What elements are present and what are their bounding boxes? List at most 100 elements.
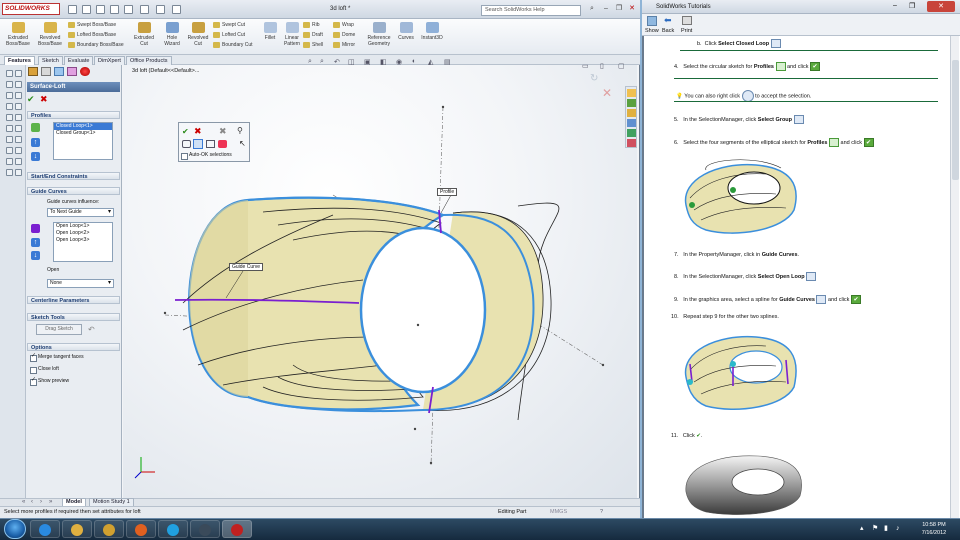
profiles-header[interactable]: Profiles — [27, 111, 120, 119]
ribbon-button-extrude-cut[interactable]: Extruded Cut — [130, 22, 158, 47]
taskbar-app-ie[interactable] — [30, 520, 60, 538]
trim-icon[interactable] — [6, 114, 13, 121]
centerline-header[interactable]: Centerline Parameters — [27, 296, 120, 304]
status-units[interactable]: MMGS — [550, 507, 567, 518]
undo-sketch-icon[interactable]: ↶ — [88, 325, 95, 334]
move-up-icon[interactable]: ↑ — [31, 238, 40, 247]
show-icon[interactable] — [647, 16, 657, 26]
drag-sketch-button[interactable]: Drag Sketch — [36, 324, 82, 335]
ribbon-button-extrude-boss[interactable]: Extruded Boss/Base — [3, 22, 33, 47]
point-icon[interactable] — [6, 103, 13, 110]
taskbar-app-skype[interactable] — [158, 520, 188, 538]
circular-profile[interactable] — [359, 226, 487, 394]
start-end-header[interactable]: Start/End Constraints — [27, 172, 120, 180]
show-button[interactable]: Show — [645, 28, 659, 34]
help-search-input[interactable]: Search SolidWorks Help — [481, 5, 581, 16]
taskbar-app-steam[interactable] — [190, 520, 220, 538]
print-button[interactable]: Print — [681, 28, 692, 34]
list-item[interactable]: Closed Loop<1> — [54, 123, 112, 130]
tutorial-scrollbar[interactable] — [950, 36, 959, 518]
bottom-tab[interactable]: Motion Study 1 — [89, 498, 134, 506]
search-icon[interactable]: ⌕ — [586, 4, 598, 14]
tab-sketch[interactable]: Sketch — [38, 56, 63, 65]
circle-icon[interactable] — [6, 81, 13, 88]
network-icon[interactable]: ▮ — [884, 524, 888, 534]
ribbon-small-button[interactable]: Boundary Cut — [213, 42, 253, 48]
next-tab-icon[interactable]: › — [40, 498, 42, 506]
ribbon-small-button[interactable]: Swept Boss/Base — [68, 22, 116, 28]
dimension-icon[interactable] — [15, 125, 22, 132]
ribbon-button-fillet[interactable]: Fillet — [262, 22, 278, 41]
spline-icon[interactable] — [6, 92, 13, 99]
ribbon-small-button[interactable]: Shell — [303, 42, 323, 48]
list-item[interactable]: Open Loop<1> — [54, 223, 112, 230]
profile-callout[interactable]: Profile — [437, 188, 458, 196]
ribbon-small-button[interactable]: Lofted Boss/Base — [68, 32, 116, 38]
ribbon-small-button[interactable]: Draft — [303, 32, 323, 38]
ribbon-button-hole-wizard[interactable]: Hole Wizard — [160, 22, 184, 47]
merge-tangent-checkbox[interactable]: Merge tangent faces — [30, 353, 84, 362]
close-button[interactable]: ✕ — [626, 4, 638, 14]
ribbon-small-button[interactable]: Rib — [303, 22, 320, 28]
restore-button[interactable]: ❐ — [613, 4, 625, 14]
ribbon-small-button[interactable]: Dome — [333, 32, 355, 38]
tray-arrow-icon[interactable]: ▴ — [860, 524, 864, 534]
undo-icon[interactable] — [124, 5, 133, 14]
ribbon-button-revolve-boss[interactable]: Revolved Boss/Base — [35, 22, 65, 47]
tab-evaluate[interactable]: Evaluate — [64, 56, 94, 65]
back-arrow-icon[interactable]: ⬅ — [664, 15, 672, 26]
rectangle-icon[interactable] — [15, 70, 22, 77]
tab-features[interactable]: Features — [4, 56, 35, 65]
scroll-thumb[interactable] — [952, 60, 959, 180]
relation-icon[interactable] — [6, 136, 13, 143]
tab-officeproducts[interactable]: Office Products — [126, 56, 172, 65]
sm-cancel-icon[interactable]: ✖ — [194, 126, 202, 137]
list-item[interactable]: Closed Group<1> — [54, 130, 112, 137]
centerline-icon[interactable] — [15, 103, 22, 110]
clock[interactable]: 10:58 PM 7/16/2012 — [912, 521, 956, 537]
select-closed-loop-icon[interactable] — [182, 140, 191, 148]
sm-clear-icon[interactable]: ✖ — [219, 126, 227, 137]
solidworks-logo[interactable]: SOLIDWORKS — [2, 3, 60, 15]
edit-appearance-icon[interactable]: ◐ — [412, 58, 416, 65]
tutorial-restore-button[interactable]: ❐ — [909, 2, 915, 10]
move-down-icon[interactable]: ↓ — [31, 152, 40, 161]
taskbar-app-firefox[interactable] — [126, 520, 156, 538]
feature-tree-icon[interactable] — [28, 67, 38, 76]
tab-dimxpert[interactable]: DimXpert — [94, 56, 125, 65]
tutorial-close-button[interactable]: ✕ — [927, 1, 955, 12]
ok-check-icon[interactable]: ✔ — [27, 95, 35, 104]
ribbon-button-instant3d[interactable]: Instant3D — [418, 22, 446, 41]
property-manager-icon[interactable] — [41, 67, 51, 76]
bottom-tab[interactable]: Model — [62, 498, 86, 506]
ribbon-button-curves[interactable]: Curves — [397, 22, 415, 41]
arc-icon[interactable] — [15, 81, 22, 88]
ribbon-small-button[interactable]: Wrap — [333, 22, 354, 28]
start-button[interactable] — [4, 519, 26, 539]
last-tab-icon[interactable]: » — [49, 498, 52, 506]
print-icon[interactable] — [110, 5, 119, 14]
show-preview-checkbox[interactable]: Show preview — [30, 377, 69, 386]
polygon-icon[interactable] — [15, 92, 22, 99]
first-tab-icon[interactable]: « — [22, 498, 25, 506]
volume-icon[interactable]: ♪ — [896, 524, 900, 534]
tutorial-minimize-button[interactable]: – — [893, 2, 897, 9]
print-icon[interactable] — [682, 16, 692, 25]
guide-curves-listbox[interactable]: Open Loop<1> Open Loop<2> Open Loop<3> — [53, 222, 113, 262]
ribbon-button-revolve-cut[interactable]: Revolved Cut — [185, 22, 211, 47]
line-icon[interactable] — [6, 70, 13, 77]
taskbar-app-media-player[interactable] — [94, 520, 124, 538]
ribbon-button-reference-geometry[interactable]: Reference Geometry — [364, 22, 394, 47]
profiles-listbox[interactable]: Closed Loop<1> Closed Group<1> — [53, 122, 113, 160]
list-item[interactable]: Open Loop<2> — [54, 230, 112, 237]
select-open-loop-icon[interactable] — [193, 139, 203, 149]
rebuild-icon[interactable] — [156, 5, 165, 14]
ribbon-small-button[interactable]: Boundary Boss/Base — [68, 42, 124, 48]
display-manager-icon[interactable] — [80, 67, 90, 76]
flag-icon[interactable]: ⚑ — [872, 524, 878, 534]
open-select[interactable]: None — [47, 279, 114, 288]
ribbon-small-button[interactable]: Swept Cut — [213, 22, 245, 28]
open-icon[interactable] — [82, 5, 91, 14]
cancel-x-icon[interactable]: ✖ — [40, 95, 48, 104]
save-icon[interactable] — [96, 5, 105, 14]
